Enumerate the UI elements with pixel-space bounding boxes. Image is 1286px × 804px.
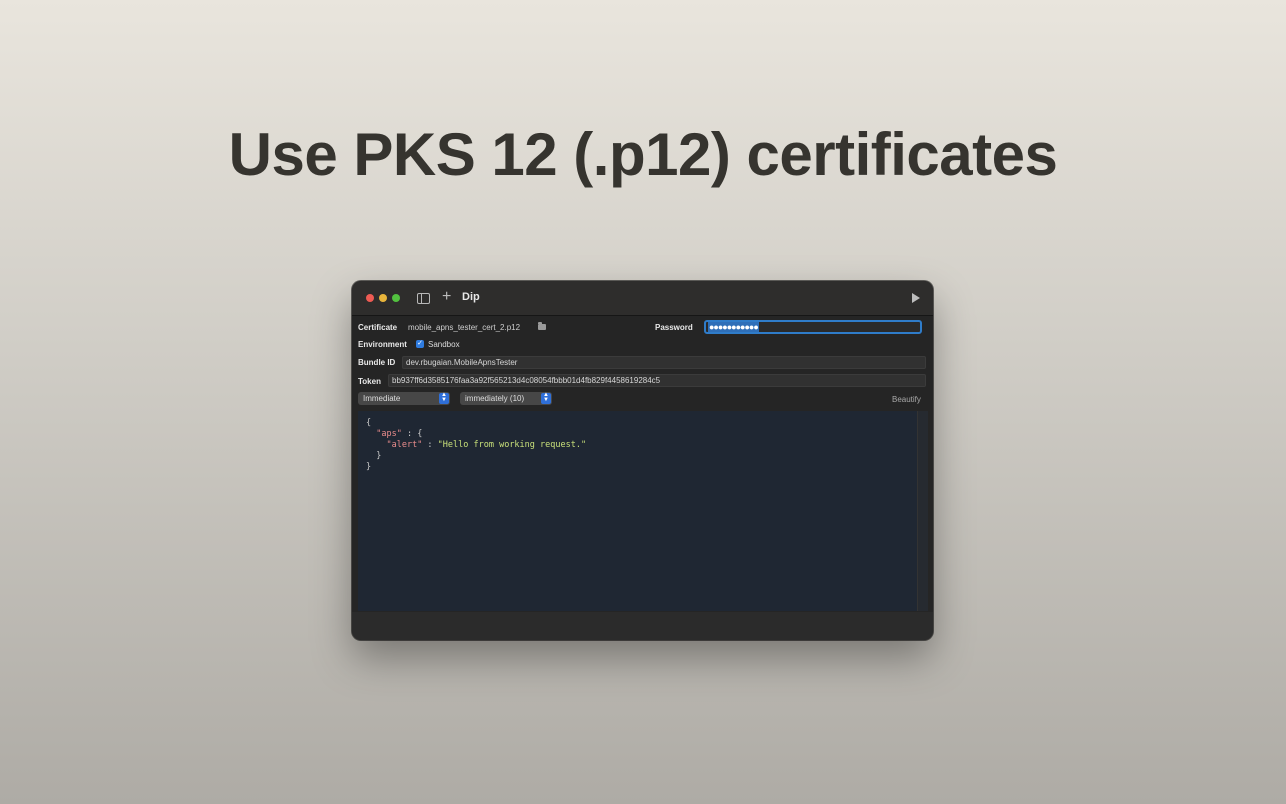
priority-select-value: Immediate [363, 394, 401, 403]
chevron-updown-icon: ▲ ▼ [439, 392, 449, 404]
editor-scrollbar[interactable] [917, 411, 928, 611]
sidebar-toggle-icon[interactable] [417, 293, 430, 304]
minimize-window-button[interactable] [379, 294, 387, 302]
password-field[interactable]: ●●●●●●●●●●● [704, 320, 922, 334]
expiration-select-value: immediately (10) [465, 394, 525, 403]
window-title: Dip [462, 291, 480, 303]
code-brace: { [366, 418, 372, 428]
certificate-label: Certificate [358, 323, 398, 332]
token-field[interactable]: bb937ff6d3585176faa3a92f565213d4c08054fb… [388, 374, 926, 387]
payload-code: { "aps" : { "alert" : "Hello from workin… [366, 418, 586, 473]
token-label: Token [358, 377, 381, 386]
title-bar: + Dip [352, 281, 933, 316]
payload-editor[interactable]: { "aps" : { "alert" : "Hello from workin… [358, 411, 917, 611]
close-window-button[interactable] [366, 294, 374, 302]
password-value: ●●●●●●●●●●● [708, 322, 759, 332]
code-sep: : [422, 440, 438, 450]
code-string-alert: "Hello from working request." [437, 440, 587, 450]
sandbox-checkbox[interactable]: ✓ [416, 340, 424, 348]
expiration-select[interactable]: immediately (10) ▲ ▼ [460, 392, 552, 405]
password-label: Password [655, 323, 693, 332]
sandbox-label: Sandbox [428, 340, 460, 349]
bundle-id-field[interactable]: dev.rbugaian.MobileApnsTester [402, 356, 926, 369]
bottom-bar [352, 612, 933, 640]
chevron-updown-icon: ▲ ▼ [541, 392, 551, 404]
app-window: + Dip Certificate mobile_apns_tester_cer… [352, 281, 933, 640]
folder-icon[interactable] [538, 322, 546, 330]
code-brace: } [366, 462, 372, 472]
bundle-id-label: Bundle ID [358, 358, 396, 367]
code-sep: : { [401, 429, 423, 439]
priority-select[interactable]: Immediate ▲ ▼ [358, 392, 450, 405]
page-headline: Use PKS 12 (.p12) certificates [228, 121, 1058, 188]
certificate-filename: mobile_apns_tester_cert_2.p12 [408, 323, 521, 332]
code-key-alert: "alert" [386, 440, 423, 450]
environment-label: Environment [358, 340, 407, 349]
zoom-window-button[interactable] [392, 294, 400, 302]
code-key-aps: "aps" [376, 429, 402, 439]
beautify-button[interactable]: Beautify [892, 395, 921, 404]
code-brace: } [376, 451, 382, 461]
plus-icon[interactable]: + [442, 288, 451, 306]
play-icon[interactable] [912, 293, 920, 303]
